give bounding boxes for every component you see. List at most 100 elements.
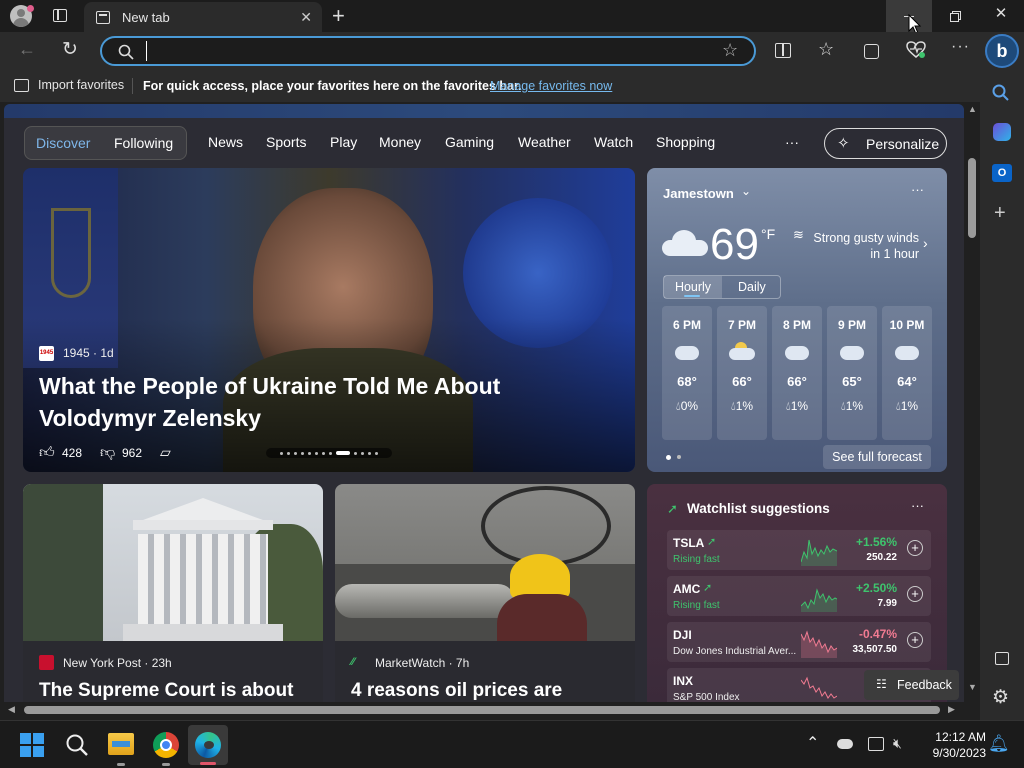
import-favorites-button[interactable]: Import favorites [14, 78, 124, 92]
watchlist-title: Watchlist suggestions [687, 501, 830, 516]
hour-temp: 66° [787, 374, 807, 389]
personalize-button[interactable]: ✧ Personalize [824, 128, 947, 159]
scroll-down-icon[interactable]: ▼ [968, 682, 977, 692]
watchlist-more-icon[interactable]: ··· [911, 498, 924, 513]
taskbar-search-icon[interactable] [65, 733, 89, 757]
chrome-icon[interactable] [153, 732, 179, 758]
tab-daily[interactable]: Daily [738, 280, 766, 294]
nav-money[interactable]: Money [379, 134, 421, 150]
weather-location[interactable]: Jamestown [663, 186, 734, 201]
scroll-right-icon[interactable]: ▶ [948, 704, 955, 715]
hour-temp: 64° [897, 374, 917, 389]
new-tab-plus-icon[interactable]: + [332, 3, 345, 29]
alert-line-1: Strong gusty winds [813, 231, 919, 245]
network-icon[interactable] [868, 737, 884, 751]
like-count: 428 [62, 446, 83, 460]
carousel-dots[interactable] [266, 448, 392, 458]
tab-following[interactable]: Following [114, 135, 173, 151]
nav-play[interactable]: Play [330, 134, 357, 150]
tab-new-tab[interactable]: New tab ✕ [84, 2, 322, 32]
onedrive-status-icon[interactable] [837, 739, 853, 749]
cloud-icon [895, 346, 919, 360]
nav-news[interactable]: News [208, 134, 243, 150]
system-clock[interactable]: 12:12 AM 9/30/2023 [916, 729, 986, 761]
news-title: The Supreme Court is about [39, 680, 294, 701]
notifications-bell-icon[interactable]: 🔔︎ [988, 734, 1010, 754]
feedback-button[interactable]: ☷ Feedback [864, 670, 959, 700]
nav-more[interactable]: ··· [785, 134, 799, 150]
scroll-up-icon[interactable]: ▲ [968, 104, 977, 114]
dislike-icon[interactable]: 👎︎ [100, 444, 115, 462]
close-window-button[interactable]: ✕ [978, 4, 1024, 32]
feed-tabs-pill: Discover Following [24, 126, 187, 160]
search-icon [118, 44, 134, 60]
weather-card[interactable]: Jamestown ⌄ ··· 69 °F ≋ Strong gusty win… [647, 168, 947, 472]
supreme-court-image [23, 484, 323, 641]
back-arrow-icon[interactable]: ← [18, 39, 36, 60]
see-full-forecast-button[interactable]: See full forecast [823, 445, 931, 469]
vertical-scrollbar[interactable]: ▲ ▼ [964, 104, 980, 702]
nav-gaming[interactable]: Gaming [445, 134, 494, 150]
current-temp: 69 [710, 220, 759, 269]
horizontal-scrollbar[interactable]: ◀ ▶ [4, 702, 980, 718]
restore-button[interactable] [932, 0, 978, 32]
scroll-left-icon[interactable]: ◀ [8, 704, 15, 715]
dislike-count: 962 [122, 446, 143, 460]
edge-taskbar-button[interactable] [188, 725, 228, 765]
weather-page-dots[interactable] [666, 455, 681, 460]
hero-card[interactable]: 1945 1945 · 1d What the People of Ukrain… [23, 168, 635, 472]
stock-row[interactable]: AMC ➚ Rising fast +2.50% 7.99 + [667, 576, 931, 616]
nav-sports[interactable]: Sports [266, 134, 306, 150]
weather-alert[interactable]: Strong gusty winds in 1 hour [813, 230, 919, 262]
favorite-star-icon[interactable]: ☆ [722, 40, 738, 61]
hour-column: 7 PM 66° 💧︎1% [717, 306, 767, 440]
sidebar-settings-icon[interactable]: ⚙ [992, 686, 1009, 709]
outlook-icon[interactable]: O [992, 164, 1012, 182]
refresh-icon[interactable]: ↻ [62, 38, 78, 61]
favorites-icon[interactable]: ☆ [818, 39, 834, 60]
bing-copilot-icon[interactable]: b [985, 34, 1019, 68]
add-stock-icon[interactable]: + [907, 586, 923, 602]
nav-weather[interactable]: Weather [518, 134, 571, 150]
split-screen-icon[interactable] [775, 43, 791, 58]
copilot-icon[interactable] [993, 123, 1011, 141]
close-tab-icon[interactable]: ✕ [300, 9, 312, 26]
hour-precip: 💧︎1% [895, 399, 919, 413]
settings-more-icon[interactable]: ··· [951, 38, 970, 56]
vertical-scroll-thumb[interactable] [968, 158, 976, 238]
file-explorer-icon[interactable] [108, 733, 134, 755]
comments-off-icon[interactable]: ▱ [160, 444, 171, 461]
show-hidden-icons-chevron-icon[interactable]: ⌃ [806, 733, 819, 753]
address-input[interactable] [146, 41, 706, 61]
add-stock-icon[interactable]: + [907, 540, 923, 556]
browser-essentials-icon[interactable] [906, 41, 926, 59]
chevron-down-icon[interactable]: ⌄ [741, 184, 751, 198]
nav-shopping[interactable]: Shopping [656, 134, 715, 150]
news-card[interactable]: New York Post · 23h The Supreme Court is… [23, 484, 323, 702]
collections-icon[interactable] [864, 44, 879, 59]
hide-sidebar-icon[interactable] [995, 652, 1009, 665]
nav-watch[interactable]: Watch [594, 134, 633, 150]
stock-row[interactable]: TSLA ➚ Rising fast +1.56% 250.22 + [667, 530, 931, 570]
sidebar-search-icon[interactable] [992, 84, 1010, 102]
weather-more-icon[interactable]: ··· [911, 182, 924, 197]
hour-time: 8 PM [782, 318, 811, 332]
chevron-right-icon[interactable]: › [923, 235, 928, 251]
tab-actions-icon[interactable] [53, 9, 67, 22]
horizontal-scroll-thumb[interactable] [24, 706, 940, 714]
hero-title[interactable]: What the People of Ukraine Told Me About… [39, 370, 500, 434]
tab-discover[interactable]: Discover [36, 135, 90, 151]
volume-muted-icon[interactable]: 🔇︎ [893, 735, 902, 752]
add-stock-icon[interactable]: + [907, 632, 923, 648]
add-sidebar-app-icon[interactable]: + [994, 202, 1006, 225]
windows-start-icon[interactable] [20, 733, 44, 757]
news-card[interactable]: ⁄⁄ MarketWatch · 7h 4 reasons oil prices… [335, 484, 635, 702]
sparkline-up-icon [801, 539, 837, 566]
stock-row[interactable]: DJI Dow Jones Industrial Aver... -0.47% … [667, 622, 931, 662]
like-icon[interactable]: 👍︎ [39, 444, 55, 462]
address-bar[interactable]: ☆ [100, 36, 756, 66]
hour-precip: 💧︎1% [785, 399, 809, 413]
manage-favorites-link[interactable]: Manage favorites now [490, 79, 612, 93]
temp-unit: °F [761, 226, 776, 242]
tab-hourly[interactable]: Hourly [664, 276, 722, 298]
